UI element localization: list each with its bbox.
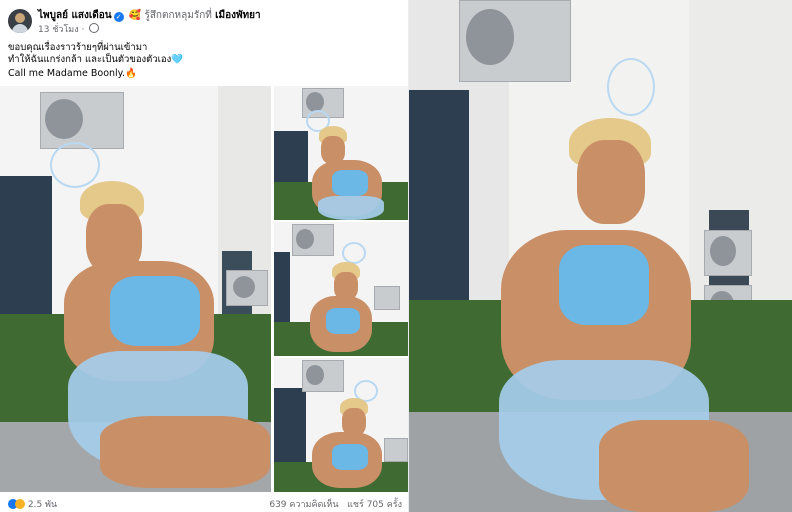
- light-blue-heart-icon: 🩵: [171, 54, 184, 65]
- enlarged-photo: [409, 0, 792, 512]
- post-meta: 13 ชั่วโมง ·: [38, 22, 100, 36]
- caption-line-2: ทำให้ฉันแกร่งกล้า และเป็นตัวของตัวเอง🩵: [8, 54, 184, 65]
- post-photo-thumb-3[interactable]: [274, 358, 408, 492]
- haha-icon: [15, 499, 25, 509]
- post-header: ไพบูลย์ แสงเดือน ✓ 🥰 รู้สึกตกหลุมรักที่ เ…: [38, 8, 261, 23]
- caption-line-3: Call me Madame Boonly.🔥: [8, 68, 137, 79]
- facebook-post: ไพบูลย์ แสงเดือน ✓ 🥰 รู้สึกตกหลุมรักที่ เ…: [0, 0, 408, 512]
- author-avatar[interactable]: [8, 9, 32, 33]
- post-photo-main[interactable]: [0, 86, 271, 492]
- post-timestamp[interactable]: 13 ชั่วโมง: [38, 25, 79, 35]
- post-photo-thumb-1[interactable]: [274, 86, 408, 220]
- feeling-emoji: 🥰: [128, 10, 142, 21]
- feeling-text: รู้สึกตกหลุมรักที่: [144, 10, 212, 21]
- reaction-count: 2.5 พัน: [27, 500, 58, 510]
- author-name[interactable]: ไพบูลย์ แสงเดือน: [38, 10, 112, 21]
- location-link[interactable]: เมืองพัทยา: [215, 10, 261, 21]
- verified-badge-icon: ✓: [113, 12, 124, 22]
- globe-icon: [89, 23, 100, 33]
- comments-count[interactable]: 639 ความคิดเห็น: [269, 500, 338, 510]
- engagement-stats: 639 ความคิดเห็น แชร์ 705 ครั้ง: [269, 497, 402, 511]
- post-photo-thumb-2[interactable]: [274, 222, 408, 356]
- shares-count[interactable]: แชร์ 705 ครั้ง: [347, 500, 402, 510]
- fire-icon: 🔥: [124, 68, 137, 79]
- reactions-summary[interactable]: 2.5 พัน: [8, 497, 57, 511]
